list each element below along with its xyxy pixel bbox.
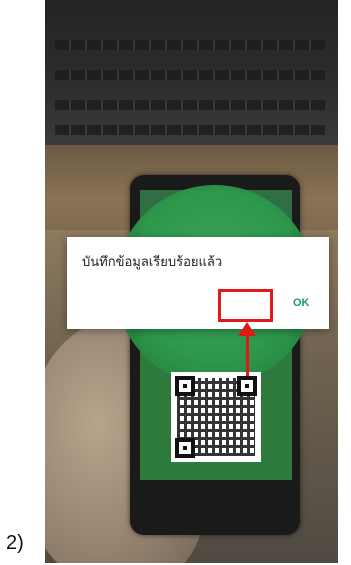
ok-button[interactable]: OK — [293, 297, 310, 309]
qr-finder-pattern — [237, 376, 257, 396]
dialog-message: บันทึกข้อมูลเรียบร้อยแล้ว — [82, 255, 223, 270]
keyboard-row — [55, 70, 325, 80]
keyboard-background — [45, 0, 338, 150]
keyboard-row — [55, 125, 325, 135]
annotation-highlight-box — [218, 289, 273, 322]
qr-finder-pattern — [175, 376, 195, 396]
keyboard-row — [55, 100, 325, 110]
qr-finder-pattern — [175, 438, 195, 458]
keyboard-row — [55, 40, 325, 50]
alert-dialog: บันทึกข้อมูลเรียบร้อยแล้ว OK — [67, 237, 329, 329]
phone-photo: บันทึกข้อมูลเรียบร้อยแล้ว OK — [45, 0, 338, 563]
step-number-label: 2) — [6, 532, 24, 554]
qr-code-icon — [171, 372, 261, 462]
annotation-arrow-shaft — [246, 330, 249, 376]
